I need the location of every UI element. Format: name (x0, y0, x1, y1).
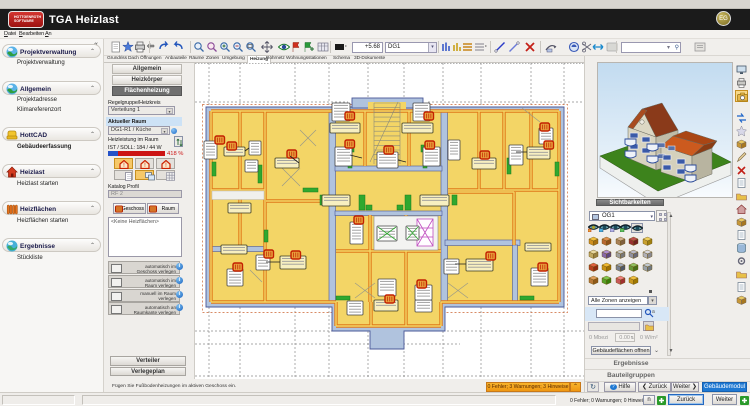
svg-text:a: a (652, 309, 655, 315)
